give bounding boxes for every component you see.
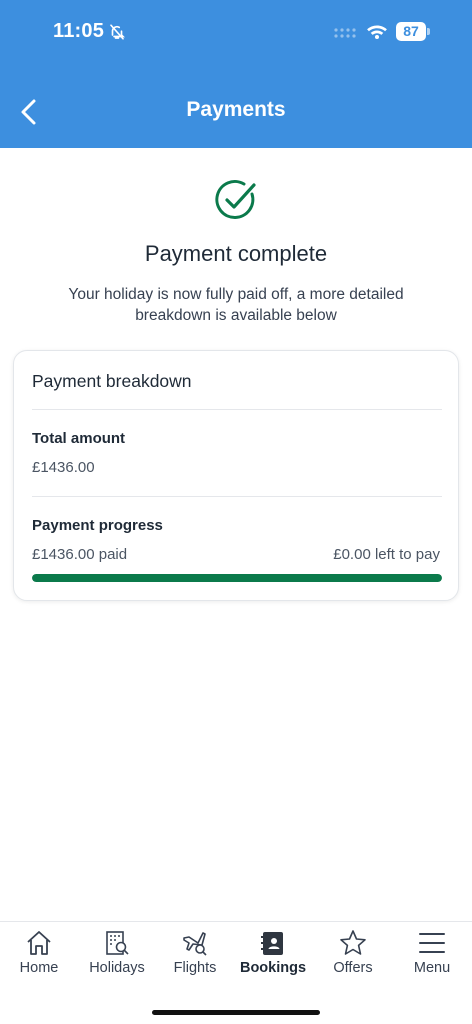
- battery-level: 87: [396, 22, 426, 41]
- hotel-search-icon: [106, 931, 129, 955]
- tab-label: Holidays: [89, 960, 145, 976]
- success-message: Your holiday is now fully paid off, a mo…: [68, 286, 404, 324]
- page-title: Payments: [186, 98, 286, 121]
- payment-progress-fill: [32, 574, 442, 582]
- payment-breakdown-card: Payment breakdown Total amount £1436.00 …: [13, 350, 459, 601]
- tab-flights[interactable]: Flights: [156, 922, 234, 982]
- success-title: Payment complete: [144, 241, 328, 266]
- tab-label: Home: [19, 960, 59, 976]
- menu-icon: [419, 933, 445, 953]
- card-title: Payment breakdown: [32, 371, 192, 391]
- divider: [32, 409, 442, 410]
- check-circle-icon: [215, 180, 256, 219]
- total-amount-value: £1436.00: [32, 459, 95, 476]
- left-to-pay-amount: £0.00 left to pay: [333, 546, 440, 563]
- status-bar: 11:05 87: [0, 0, 472, 64]
- tab-offers[interactable]: Offers: [314, 922, 392, 982]
- payment-progress-label: Payment progress: [32, 517, 163, 534]
- tab-label: Flights: [173, 960, 217, 976]
- paid-amount: £1436.00 paid: [32, 546, 128, 563]
- home-indicator: [152, 1010, 320, 1015]
- tab-holidays[interactable]: Holidays: [78, 922, 156, 982]
- signal-icon: [334, 28, 356, 38]
- payment-progress-bar: [32, 574, 442, 582]
- home-icon: [27, 931, 51, 955]
- tab-bookings[interactable]: Bookings: [234, 922, 312, 982]
- tab-label: Offers: [333, 960, 373, 976]
- tab-label: Bookings: [239, 960, 307, 976]
- star-icon: [340, 930, 366, 955]
- status-time: 11:05: [53, 20, 105, 42]
- tab-label: Menu: [413, 960, 451, 976]
- app-header: 11:05 87 Payments: [0, 0, 472, 148]
- bookings-icon: [261, 932, 283, 955]
- wifi-icon: [367, 25, 387, 39]
- divider: [32, 496, 442, 497]
- total-amount-label: Total amount: [32, 430, 126, 447]
- bottom-tab-bar: Home Holidays Flights Bookings Offers Me…: [0, 921, 472, 1024]
- bell-slash-icon: [110, 24, 125, 40]
- tab-menu[interactable]: Menu: [393, 922, 471, 982]
- plane-search-icon: [183, 932, 207, 956]
- battery-icon: 87: [396, 22, 430, 41]
- tab-home[interactable]: Home: [0, 922, 78, 982]
